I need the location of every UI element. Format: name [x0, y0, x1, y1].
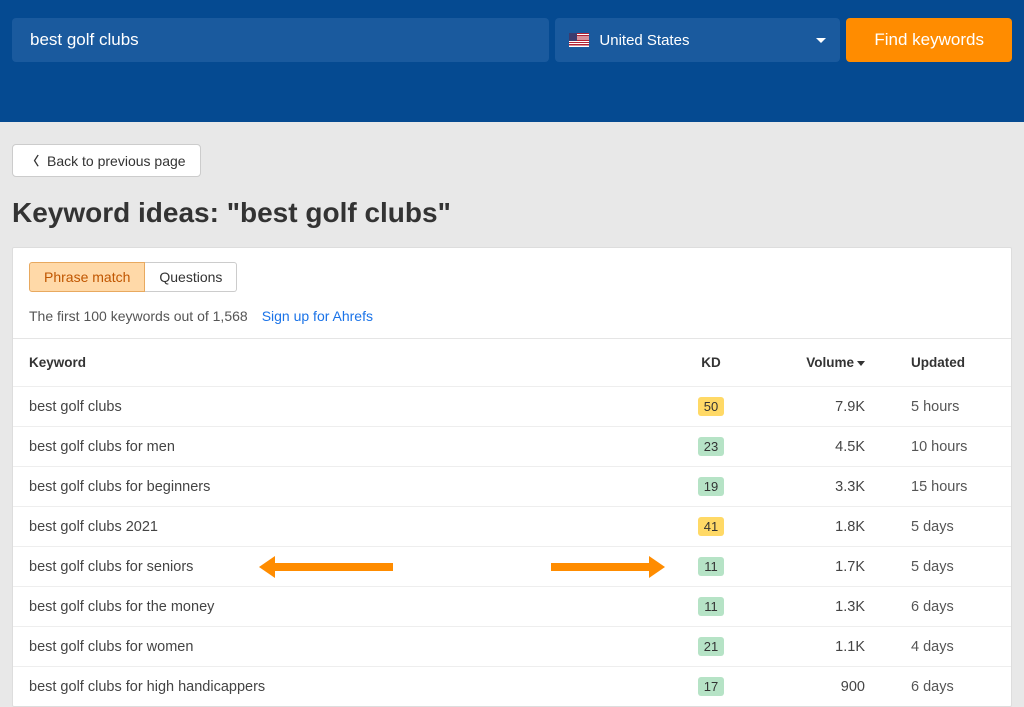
- kd-badge: 50: [698, 397, 724, 416]
- keyword-text: best golf clubs: [29, 399, 122, 415]
- kd-badge: 19: [698, 477, 724, 496]
- find-keywords-button[interactable]: Find keywords: [846, 18, 1012, 62]
- country-select[interactable]: United States: [555, 18, 840, 62]
- country-label: United States: [599, 32, 689, 49]
- keyword-cell: best golf clubs for beginners: [13, 467, 671, 507]
- keyword-text: best golf clubs for women: [29, 639, 193, 655]
- results-count-text: The first 100 keywords out of 1,568: [29, 308, 248, 324]
- col-header-kd[interactable]: KD: [671, 339, 751, 387]
- table-header-row: Keyword KD Volume Updated: [13, 339, 1011, 387]
- results-summary: The first 100 keywords out of 1,568 Sign…: [13, 292, 1011, 339]
- col-header-updated[interactable]: Updated: [881, 339, 1011, 387]
- volume-cell: 1.1K: [751, 627, 881, 667]
- updated-cell: 5 hours: [881, 387, 1011, 427]
- keyword-cell: best golf clubs for high handicappers: [13, 667, 671, 707]
- us-flag-icon: [569, 33, 589, 47]
- volume-cell: 1.7K: [751, 547, 881, 587]
- sort-desc-icon: [857, 361, 865, 366]
- volume-cell: 1.8K: [751, 507, 881, 547]
- back-button[interactable]: 〈 Back to previous page: [12, 144, 201, 177]
- kd-cell: 17: [671, 667, 751, 707]
- kd-cell: 19: [671, 467, 751, 507]
- chevron-down-icon: [816, 38, 826, 43]
- table-row[interactable]: best golf clubs for high handicappers 17 9…: [13, 667, 1011, 707]
- keywords-table: Keyword KD Volume Updated best golf club…: [13, 339, 1011, 706]
- kd-cell: 21: [671, 627, 751, 667]
- kd-badge: 11: [698, 597, 724, 616]
- keyword-cell: best golf clubs for seniors: [13, 547, 671, 587]
- updated-cell: 4 days: [881, 627, 1011, 667]
- kd-badge: 23: [698, 437, 724, 456]
- keyword-text: best golf clubs for the money: [29, 599, 214, 615]
- keyword-cell: best golf clubs 2021: [13, 507, 671, 547]
- table-row[interactable]: best golf clubs for the money 11 1.3K6 day…: [13, 587, 1011, 627]
- kd-badge: 11: [698, 557, 724, 576]
- volume-cell: 7.9K: [751, 387, 881, 427]
- kd-cell: 23: [671, 427, 751, 467]
- annotation-arrow-left-icon: [273, 563, 393, 571]
- keyword-search-input[interactable]: [30, 30, 531, 50]
- volume-cell: 3.3K: [751, 467, 881, 507]
- volume-cell: 900: [751, 667, 881, 707]
- keyword-text: best golf clubs 2021: [29, 519, 158, 535]
- updated-cell: 5 days: [881, 507, 1011, 547]
- table-row[interactable]: best golf clubs for women 21 1.1K4 days: [13, 627, 1011, 667]
- kd-badge: 41: [698, 517, 724, 536]
- table-row[interactable]: best golf clubs for men 23 4.5K10 hours: [13, 427, 1011, 467]
- volume-cell: 1.3K: [751, 587, 881, 627]
- updated-cell: 10 hours: [881, 427, 1011, 467]
- tabs: Phrase match Questions: [13, 248, 1011, 292]
- signup-link[interactable]: Sign up for Ahrefs: [262, 308, 373, 324]
- volume-cell: 4.5K: [751, 427, 881, 467]
- keyword-cell: best golf clubs for men: [13, 427, 671, 467]
- search-input-wrap: [12, 18, 549, 62]
- tab-questions[interactable]: Questions: [145, 262, 237, 292]
- table-row[interactable]: best golf clubs for beginners 19 3.3K15 ho…: [13, 467, 1011, 507]
- kd-cell: 50: [671, 387, 751, 427]
- updated-cell: 6 days: [881, 587, 1011, 627]
- updated-cell: 6 days: [881, 667, 1011, 707]
- updated-cell: 5 days: [881, 547, 1011, 587]
- kd-badge: 17: [698, 677, 724, 696]
- annotation-arrow-right-icon: [551, 563, 651, 571]
- table-row[interactable]: best golf clubs for seniors 11 1.7K5 days: [13, 547, 1011, 587]
- table-row[interactable]: best golf clubs 2021 41 1.8K5 days: [13, 507, 1011, 547]
- updated-cell: 15 hours: [881, 467, 1011, 507]
- keyword-text: best golf clubs for seniors: [29, 559, 193, 575]
- results-panel: Phrase match Questions The first 100 key…: [12, 247, 1012, 707]
- kd-cell: 41: [671, 507, 751, 547]
- keyword-cell: best golf clubs for women: [13, 627, 671, 667]
- page-title: Keyword ideas: "best golf clubs": [12, 197, 1012, 229]
- keyword-cell: best golf clubs for the money: [13, 587, 671, 627]
- header-bar: United States Find keywords: [0, 0, 1024, 122]
- content-area: 〈 Back to previous page Keyword ideas: "…: [0, 122, 1024, 707]
- keyword-text: best golf clubs for men: [29, 439, 175, 455]
- keyword-text: best golf clubs for high handicappers: [29, 679, 265, 695]
- kd-cell: 11: [671, 587, 751, 627]
- col-header-volume[interactable]: Volume: [751, 339, 881, 387]
- col-header-volume-label: Volume: [806, 355, 854, 370]
- keyword-cell: best golf clubs: [13, 387, 671, 427]
- keyword-text: best golf clubs for beginners: [29, 479, 210, 495]
- back-label: Back to previous page: [47, 153, 186, 169]
- tab-phrase-match[interactable]: Phrase match: [29, 262, 145, 292]
- col-header-keyword[interactable]: Keyword: [13, 339, 671, 387]
- kd-badge: 21: [698, 637, 724, 656]
- chevron-left-icon: 〈: [27, 152, 39, 169]
- table-row[interactable]: best golf clubs 50 7.9K5 hours: [13, 387, 1011, 427]
- kd-cell: 11: [671, 547, 751, 587]
